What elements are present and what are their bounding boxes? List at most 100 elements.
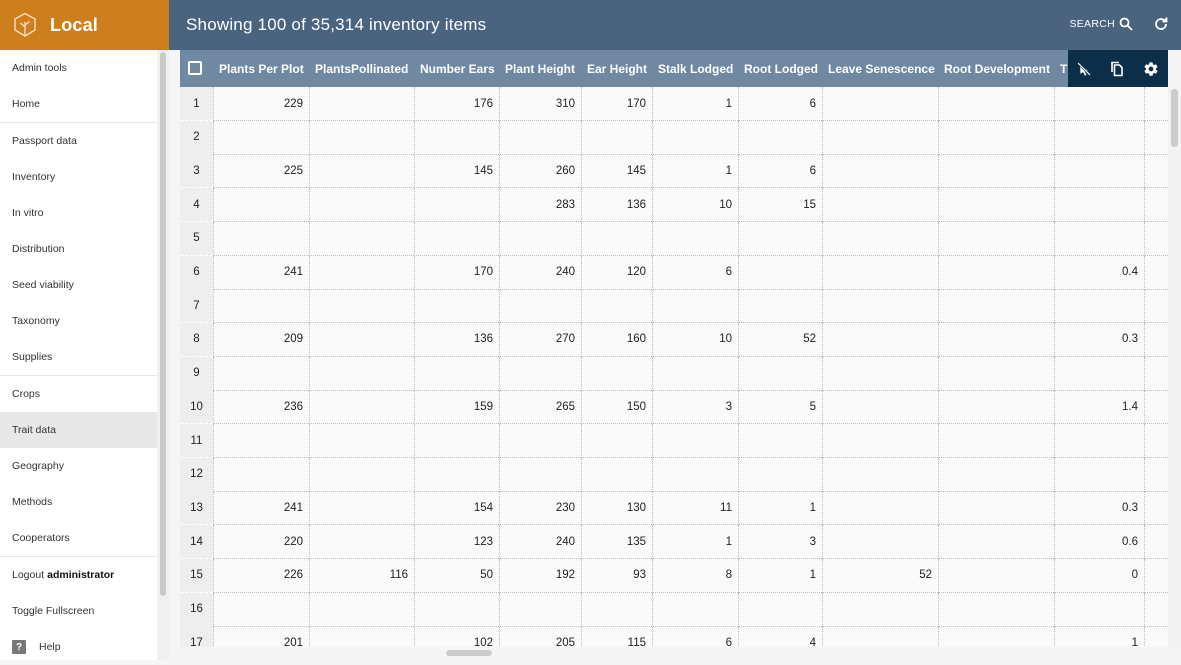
grid-cell[interactable]: [581, 120, 652, 155]
grid-cell[interactable]: [938, 87, 1054, 121]
grid-cell[interactable]: 1: [738, 558, 822, 593]
grid-cell[interactable]: [213, 289, 309, 324]
grid-cell[interactable]: [1144, 255, 1168, 290]
grid-cell[interactable]: 135: [581, 525, 652, 560]
grid-cell[interactable]: 93: [581, 558, 652, 593]
grid-cell[interactable]: 270: [499, 322, 581, 357]
grid-cell[interactable]: [309, 322, 414, 357]
grid-cell[interactable]: 283: [499, 188, 581, 223]
grid-cell[interactable]: [1144, 221, 1168, 256]
grid-cell[interactable]: [581, 356, 652, 391]
grid-cell[interactable]: [581, 592, 652, 627]
sidebar-item-logout[interactable]: Logout administrator: [0, 557, 157, 593]
settings-button[interactable]: [1143, 61, 1159, 77]
grid-cell[interactable]: 123: [414, 525, 499, 560]
grid-cell[interactable]: 145: [581, 154, 652, 189]
grid-cell[interactable]: [309, 491, 414, 526]
grid-cell[interactable]: [938, 221, 1054, 256]
grid-cell[interactable]: 241: [213, 491, 309, 526]
grid-cell[interactable]: [652, 592, 738, 627]
grid-cell[interactable]: 52: [822, 558, 938, 593]
row-number[interactable]: 13: [180, 491, 213, 526]
grid-cell[interactable]: [1054, 87, 1144, 121]
row-number[interactable]: 17: [180, 626, 213, 647]
grid-cell[interactable]: [938, 154, 1054, 189]
grid-cell[interactable]: [309, 188, 414, 223]
grid-cell[interactable]: [1144, 424, 1168, 458]
grid-horizontal-scrollbar[interactable]: [180, 647, 1168, 660]
grid-cell[interactable]: 225: [213, 154, 309, 189]
grid-cell[interactable]: [738, 255, 822, 290]
grid-cell[interactable]: [1054, 188, 1144, 223]
copy-button[interactable]: [1109, 61, 1124, 77]
sidebar-item-admin-tools[interactable]: Admin tools: [0, 50, 157, 86]
grid-cell[interactable]: [822, 120, 938, 155]
grid-cell[interactable]: [938, 491, 1054, 526]
row-number[interactable]: 16: [180, 592, 213, 627]
sidebar-item-home[interactable]: Home: [0, 86, 157, 122]
sidebar-scrollbar[interactable]: [157, 50, 169, 660]
grid-cell[interactable]: [309, 154, 414, 189]
grid-cell[interactable]: 136: [414, 322, 499, 357]
grid-cell[interactable]: [1144, 356, 1168, 391]
grid-cell[interactable]: [581, 289, 652, 324]
grid-cell[interactable]: [414, 592, 499, 627]
grid-cell[interactable]: 205: [499, 626, 581, 647]
grid-cell[interactable]: [1144, 457, 1168, 492]
grid-cell[interactable]: 120: [581, 255, 652, 290]
row-number[interactable]: 11: [180, 424, 213, 458]
grid-cell[interactable]: [938, 322, 1054, 357]
grid-cell[interactable]: 240: [499, 525, 581, 560]
grid-cell[interactable]: [822, 592, 938, 627]
grid-cell[interactable]: [309, 457, 414, 492]
grid-cell[interactable]: [499, 289, 581, 324]
grid-cell[interactable]: [1144, 154, 1168, 189]
row-number[interactable]: 7: [180, 289, 213, 324]
grid-cell[interactable]: [938, 457, 1054, 492]
grid-cell[interactable]: [1054, 154, 1144, 189]
grid-cell[interactable]: [581, 457, 652, 492]
grid-cell[interactable]: [414, 188, 499, 223]
grid-cell[interactable]: [414, 221, 499, 256]
grid-cell[interactable]: [1144, 289, 1168, 324]
grid-cell[interactable]: [652, 424, 738, 458]
sidebar-item-taxonomy[interactable]: Taxonomy: [0, 303, 157, 339]
brand-logo-area[interactable]: Local: [0, 0, 169, 50]
grid-cell[interactable]: 50: [414, 558, 499, 593]
grid-cell[interactable]: 10: [652, 322, 738, 357]
column-header-number-ears[interactable]: Number Ears: [420, 50, 495, 87]
sidebar-item-passport-data[interactable]: Passport data: [0, 123, 157, 159]
grid-horizontal-scrollbar-thumb[interactable]: [446, 650, 492, 656]
grid-cell[interactable]: [1144, 120, 1168, 155]
grid-cell[interactable]: [309, 424, 414, 458]
grid-cell[interactable]: [1144, 525, 1168, 560]
grid-cell[interactable]: 130: [581, 491, 652, 526]
grid-cell[interactable]: [309, 289, 414, 324]
grid-cell[interactable]: 11: [652, 491, 738, 526]
column-header-plantspollinated[interactable]: PlantsPollinated: [315, 50, 408, 87]
grid-cell[interactable]: [822, 154, 938, 189]
grid-cell[interactable]: 236: [213, 390, 309, 425]
sidebar-item-cooperators[interactable]: Cooperators: [0, 520, 157, 556]
grid-cell[interactable]: [414, 457, 499, 492]
refresh-button[interactable]: [1153, 16, 1169, 37]
sidebar-item-toggle-fullscreen[interactable]: Toggle Fullscreen: [0, 593, 157, 629]
column-header-stalk-lodged[interactable]: Stalk Lodged: [658, 50, 733, 87]
sidebar-item-supplies[interactable]: Supplies: [0, 339, 157, 375]
grid-cell[interactable]: 1: [652, 154, 738, 189]
sidebar-item-trait-data[interactable]: Trait data: [0, 412, 157, 448]
grid-cell[interactable]: [738, 424, 822, 458]
grid-cell[interactable]: 229: [213, 87, 309, 121]
grid-cell[interactable]: [738, 457, 822, 492]
column-header-plants-per-plot[interactable]: Plants Per Plot: [219, 50, 304, 87]
grid-cell[interactable]: 240: [499, 255, 581, 290]
sidebar-item-inventory[interactable]: Inventory: [0, 159, 157, 195]
grid-cell[interactable]: [822, 188, 938, 223]
grid-cell[interactable]: 160: [581, 322, 652, 357]
grid-cell[interactable]: [213, 424, 309, 458]
grid-cell[interactable]: 260: [499, 154, 581, 189]
grid-cell[interactable]: [822, 626, 938, 647]
grid-cell[interactable]: 226: [213, 558, 309, 593]
grid-cell[interactable]: [499, 424, 581, 458]
column-header-root-development[interactable]: Root Development: [944, 50, 1050, 87]
